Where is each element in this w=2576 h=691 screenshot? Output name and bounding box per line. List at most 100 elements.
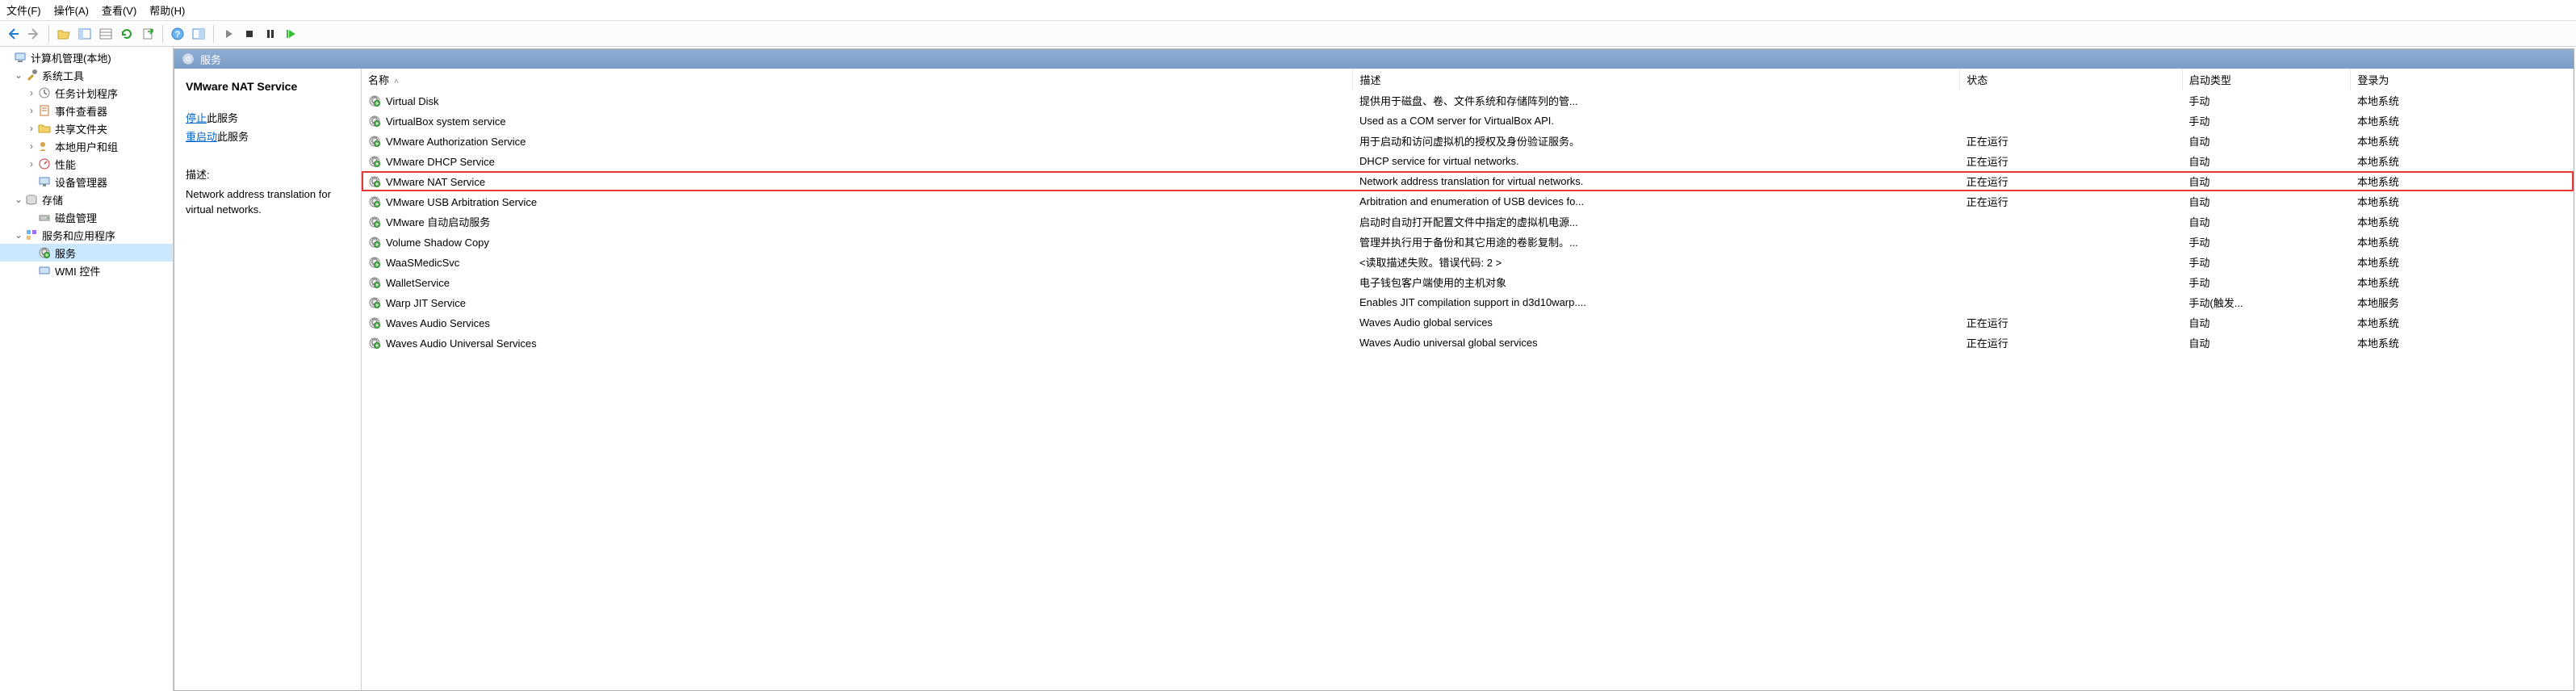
service-row[interactable]: VMware 自动启动服务启动时自动打开配置文件中指定的虚拟机电源...自动本地… [362, 211, 2574, 232]
service-state [1960, 211, 2183, 232]
show-properties-icon[interactable] [189, 24, 208, 44]
tree-task-scheduler[interactable]: › 任务计划程序 [0, 84, 173, 102]
tree-root[interactable]: 计算机管理(本地) [0, 48, 173, 66]
tree-storage[interactable]: ⌄ 存储 [0, 191, 173, 208]
service-name: Warp JIT Service [386, 297, 466, 309]
service-logon: 本地系统 [2351, 111, 2574, 131]
service-row[interactable]: Volume Shadow Copy管理并执行用于备份和其它用途的卷影复制。..… [362, 232, 2574, 252]
service-detail-pane: VMware NAT Service 停止此服务 重启动此服务 描述: Netw… [174, 69, 362, 690]
forward-button[interactable] [24, 24, 44, 44]
gear-icon [368, 256, 381, 269]
column-name[interactable]: 名称˄ [362, 69, 1353, 90]
service-name: WaaSMedicSvc [386, 257, 459, 269]
gear-icon [368, 216, 381, 228]
folder-open-icon[interactable] [54, 24, 73, 44]
service-row[interactable]: VMware DHCP ServiceDHCP service for virt… [362, 151, 2574, 171]
service-name: Waves Audio Universal Services [386, 337, 537, 350]
tree-label: 存储 [42, 192, 63, 207]
tree-twisty-icon[interactable]: › [26, 87, 37, 98]
service-row[interactable]: Virtual Disk提供用于磁盘、卷、文件系统和存储阵列的管...手动本地系… [362, 90, 2574, 111]
services-apps-icon [24, 228, 39, 242]
tree-label: 系统工具 [42, 68, 84, 83]
tree-services[interactable]: 服务 [0, 244, 173, 262]
service-logon: 本地系统 [2351, 131, 2574, 151]
link-suffix: 此服务 [207, 112, 238, 124]
restart-service-icon[interactable] [282, 24, 301, 44]
menu-view[interactable]: 查看(V) [102, 2, 136, 18]
navigation-tree[interactable]: 计算机管理(本地) ⌄ 系统工具 › 任务计划程序 › 事件查看器 › 共享文件… [0, 47, 174, 691]
service-startup: 手动(触发... [2182, 292, 2350, 312]
start-service-icon[interactable] [219, 24, 238, 44]
services-list[interactable]: 名称˄ 描述 状态 启动类型 登录为 Virtual Disk提供用于磁盘、卷、… [362, 69, 2574, 690]
tree-twisty-icon[interactable]: ⌄ [13, 194, 24, 205]
service-row[interactable]: Waves Audio Universal Services Waves Audi… [362, 333, 2574, 353]
refresh-icon[interactable] [117, 24, 136, 44]
service-name: Volume Shadow Copy [386, 237, 489, 249]
service-row[interactable]: WaaSMedicSvc<读取描述失败。错误代码: 2 >手动本地系统 [362, 252, 2574, 272]
service-description: Waves Audio global services [1353, 312, 1960, 333]
tree-label: 计算机管理(本地) [31, 50, 111, 65]
column-logon-as[interactable]: 登录为 [2351, 69, 2574, 90]
tree-event-viewer[interactable]: › 事件查看器 [0, 102, 173, 119]
sort-arrow-icon: ˄ [394, 77, 399, 86]
tree-twisty-icon[interactable]: ⌄ [13, 69, 24, 81]
tree-twisty-icon[interactable]: › [26, 123, 37, 134]
service-logon: 本地系统 [2351, 211, 2574, 232]
gear-icon [368, 94, 381, 107]
column-state[interactable]: 状态 [1960, 69, 2183, 90]
service-state: 正在运行 [1960, 131, 2183, 151]
service-name: VMware USB Arbitration Service [386, 196, 537, 208]
tree-device-manager[interactable]: 设备管理器 [0, 173, 173, 191]
restart-service-link[interactable]: 重启动 [186, 131, 217, 143]
service-description: <读取描述失败。错误代码: 2 > [1353, 252, 1960, 272]
service-state [1960, 292, 2183, 312]
tree-performance[interactable]: › 性能 [0, 155, 173, 173]
tree-twisty-icon[interactable]: › [26, 140, 37, 152]
tree-twisty-icon[interactable]: ⌄ [13, 229, 24, 241]
clock-icon [37, 86, 52, 100]
tree-wmi[interactable]: WMI 控件 [0, 262, 173, 279]
tree-label: 服务和应用程序 [42, 228, 115, 243]
tree-shared-folders[interactable]: › 共享文件夹 [0, 119, 173, 137]
show-hide-tree-icon[interactable] [75, 24, 94, 44]
service-row[interactable]: VMware USB Arbitration ServiceArbitratio… [362, 191, 2574, 211]
tree-disk-management[interactable]: 磁盘管理 [0, 208, 173, 226]
tree-local-users[interactable]: › 本地用户和组 [0, 137, 173, 155]
tree-twisty-icon[interactable]: › [26, 158, 37, 170]
menu-action[interactable]: 操作(A) [54, 2, 89, 18]
help-icon[interactable]: ? [168, 24, 187, 44]
service-logon: 本地系统 [2351, 191, 2574, 211]
pause-service-icon[interactable] [261, 24, 280, 44]
column-headers: 名称˄ 描述 状态 启动类型 登录为 [362, 69, 2574, 90]
menu-file[interactable]: 文件(F) [6, 2, 41, 18]
service-name: VMware NAT Service [386, 176, 485, 188]
back-button[interactable] [3, 24, 23, 44]
tree-services-apps[interactable]: ⌄ 服务和应用程序 [0, 226, 173, 244]
details-view-icon[interactable] [96, 24, 115, 44]
stop-service-icon[interactable] [240, 24, 259, 44]
tree-label: 事件查看器 [55, 103, 107, 119]
column-startup-type[interactable]: 启动类型 [2182, 69, 2350, 90]
service-startup: 自动 [2182, 151, 2350, 171]
menu-help[interactable]: 帮助(H) [149, 2, 185, 18]
gear-icon [368, 276, 381, 289]
service-row[interactable]: VMware NAT ServiceNetwork address transl… [362, 171, 2574, 191]
gear-icon [368, 135, 381, 148]
service-logon: 本地系统 [2351, 312, 2574, 333]
service-row[interactable]: Warp JIT ServiceEnables JIT compilation … [362, 292, 2574, 312]
wmi-icon [37, 263, 52, 278]
service-name: VMware Authorization Service [386, 136, 526, 148]
tree-system-tools[interactable]: ⌄ 系统工具 [0, 66, 173, 84]
service-row[interactable]: VirtualBox system serviceUsed as a COM s… [362, 111, 2574, 131]
tree-twisty-icon[interactable]: › [26, 105, 37, 116]
export-list-icon[interactable] [138, 24, 157, 44]
service-row[interactable]: VMware Authorization Service用于启动和访问虚拟机的授… [362, 131, 2574, 151]
service-logon: 本地系统 [2351, 333, 2574, 353]
service-row[interactable]: Waves Audio ServicesWaves Audio global s… [362, 312, 2574, 333]
stop-service-link[interactable]: 停止 [186, 112, 207, 124]
storage-icon [24, 192, 39, 207]
column-description[interactable]: 描述 [1353, 69, 1960, 90]
tree-label: 性能 [55, 157, 76, 172]
service-description: Waves Audio universal global services [1353, 333, 1960, 353]
service-row[interactable]: WalletService电子钱包客户端使用的主机对象手动本地系统 [362, 272, 2574, 292]
